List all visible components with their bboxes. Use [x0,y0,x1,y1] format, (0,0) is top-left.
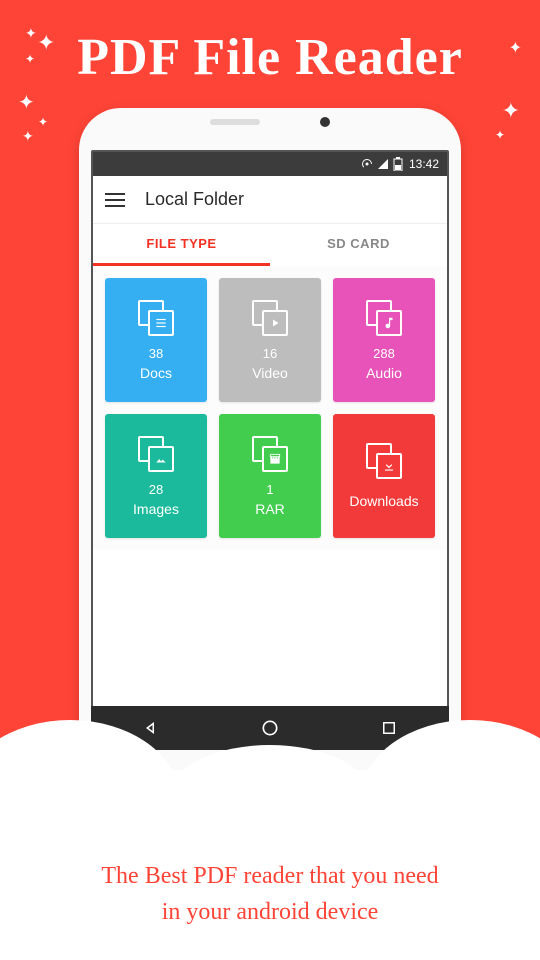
downloads-icon [366,443,402,479]
tile-docs[interactable]: 38 Docs [105,278,207,402]
footer-line1: The Best PDF reader that you need [20,858,520,894]
sparkle-decor: ✦ [25,52,35,66]
sparkle-decor: ✦ [18,90,35,115]
tile-label: Images [133,501,179,517]
tile-count: 288 [373,346,395,361]
tile-label: Audio [366,365,402,381]
footer-tagline: The Best PDF reader that you need in you… [0,858,540,930]
signal-icon [377,158,389,170]
sparkle-decor: ✦ [509,38,522,58]
tile-count: 16 [263,346,277,361]
tab-sd-card[interactable]: SD CARD [270,224,447,266]
status-time: 13:42 [409,157,439,171]
hotspot-icon [361,158,373,170]
sparkle-decor: ✦ [495,128,505,142]
tile-downloads[interactable]: Downloads [333,414,435,538]
hamburger-icon[interactable] [105,193,125,207]
sparkle-decor: ✦ [22,128,34,145]
phone-camera [320,117,330,127]
phone-screen: 13:42 Local Folder FILE TYPE SD CARD 38 … [91,150,449,750]
hero-title: PDF File Reader [0,0,540,87]
status-icons [361,157,403,171]
nav-recent-button[interactable] [378,717,400,739]
rar-icon [252,436,288,472]
tile-audio[interactable]: 288 Audio [333,278,435,402]
audio-icon [366,300,402,336]
app-title: Local Folder [145,189,244,210]
tile-count: 28 [149,482,163,497]
battery-icon [393,157,403,171]
tile-label: Video [252,365,288,381]
app-bar: Local Folder [93,176,447,224]
sparkle-decor: ✦ [25,25,37,42]
tile-count: 1 [266,482,273,497]
tile-images[interactable]: 28 Images [105,414,207,538]
sparkle-decor: ✦ [38,115,48,129]
tile-rar[interactable]: 1 RAR [219,414,321,538]
tile-label: RAR [255,501,285,517]
docs-icon [138,300,174,336]
tile-label: Downloads [349,493,418,509]
phone-hardware-top [79,108,461,136]
phone-frame: 13:42 Local Folder FILE TYPE SD CARD 38 … [79,108,461,808]
sparkle-decor: ✦ [502,98,520,124]
nav-back-button[interactable] [140,717,162,739]
tile-count: 38 [149,346,163,361]
video-icon [252,300,288,336]
sparkle-decor: ✦ [37,30,55,56]
footer-line2: in your android device [20,894,520,930]
tabs: FILE TYPE SD CARD [93,224,447,266]
status-bar: 13:42 [93,152,447,176]
tile-label: Docs [140,365,172,381]
images-icon [138,436,174,472]
tab-file-type[interactable]: FILE TYPE [93,224,270,266]
tiles-grid: 38 Docs 16 Video 288 Audio [93,266,447,550]
phone-speaker [210,119,260,125]
nav-home-button[interactable] [259,717,281,739]
tile-video[interactable]: 16 Video [219,278,321,402]
